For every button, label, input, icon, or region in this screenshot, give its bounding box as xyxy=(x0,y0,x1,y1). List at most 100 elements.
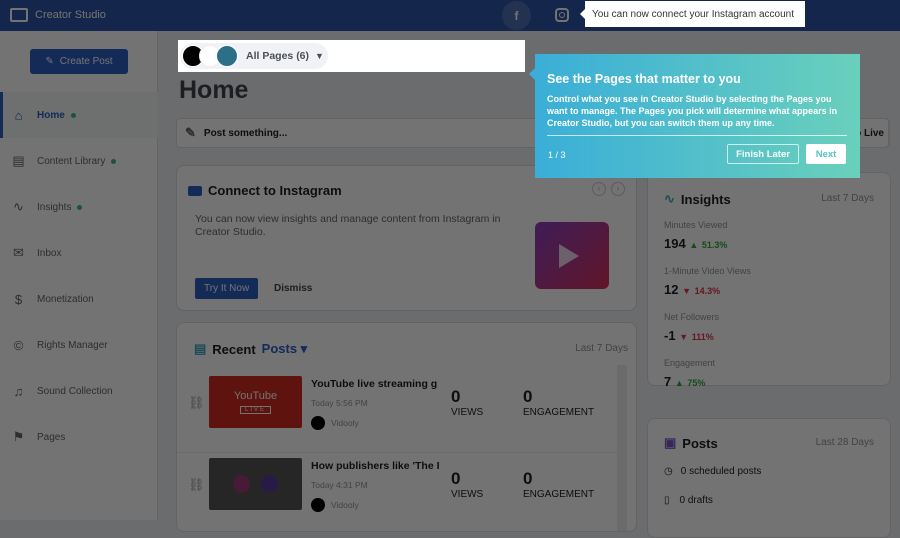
edit-icon: ✎ xyxy=(45,56,54,67)
insights-card: ∿ Insights Last 7 Days Minutes Viewed 194… xyxy=(647,172,891,389)
metric-change: 14.3% xyxy=(694,286,721,296)
views-stat: 0 VIEWS xyxy=(451,387,483,418)
page-name: Vidooly xyxy=(331,500,359,510)
chevron-down-icon: ▼ xyxy=(315,51,324,61)
engagement-label: ENGAGEMENT xyxy=(523,489,595,500)
post-time: Today 5:56 PM xyxy=(311,398,368,408)
insight-metric: Engagement 7 ▲ 75% xyxy=(664,358,715,389)
instagram-icon[interactable] xyxy=(555,8,569,22)
post-title[interactable]: How publishers like 'The I xyxy=(311,460,441,472)
try-it-now-button[interactable]: Try It Now xyxy=(195,278,259,299)
create-post-button[interactable]: ✎ Create Post xyxy=(30,49,128,74)
content-library-icon: ▤ xyxy=(12,153,25,168)
home-icon: ⌂ xyxy=(14,107,23,123)
sidebar-item-label: Content Library xyxy=(37,155,106,167)
drafts[interactable]: ▯ 0 drafts xyxy=(664,495,713,506)
arrow-down-icon: ▼ xyxy=(679,332,689,342)
rights-manager-icon: © xyxy=(13,337,24,353)
posts-range: Last 28 Days xyxy=(815,437,874,448)
recent-range: Last 7 Days xyxy=(575,343,628,354)
post-thumbnail[interactable] xyxy=(209,458,302,510)
sidebar-item-label: Inbox xyxy=(37,247,62,259)
post-time: Today 4:31 PM xyxy=(311,480,368,490)
sidebar-item-label: Monetization xyxy=(37,293,94,305)
insights-chart-icon: ∿ xyxy=(664,191,675,206)
views-label: VIEWS xyxy=(451,407,484,418)
sidebar-item-label: Rights Manager xyxy=(37,339,108,351)
drafts-label: 0 drafts xyxy=(679,495,713,506)
engagement-label: ENGAGEMENT xyxy=(523,407,595,418)
post-title[interactable]: YouTube live streaming g xyxy=(311,378,441,390)
next-button[interactable]: Next xyxy=(806,144,846,164)
document-icon: ▯ xyxy=(664,495,670,506)
video-icon xyxy=(188,185,202,196)
prev-arrow-icon[interactable]: ‹ xyxy=(592,182,606,196)
sidebar-item-pages[interactable]: ⚑ Pages xyxy=(0,414,158,460)
sidebar-item-home[interactable]: ⌂ Home xyxy=(0,92,158,138)
sidebar-item-rights-manager[interactable]: © Rights Manager xyxy=(0,322,158,368)
link-icon: ⛓ xyxy=(188,477,205,492)
page-selector-label: All Pages (6) xyxy=(246,50,310,62)
metric-label: 1-Minute Video Views xyxy=(664,266,751,276)
insights-title: Insights xyxy=(680,191,731,207)
page-selector-dropdown[interactable]: All Pages (6) ▼ xyxy=(180,43,328,69)
monetization-icon: $ xyxy=(14,291,23,307)
page-avatar xyxy=(216,45,238,67)
metric-label: Engagement xyxy=(664,358,716,368)
onboarding-tour-popover: See the Pages that matter to you Control… xyxy=(529,54,860,178)
page-avatar xyxy=(311,498,325,512)
posts-title: Posts xyxy=(682,435,718,451)
views-value: 0 xyxy=(451,469,461,488)
card-title: Connect to Instagram xyxy=(208,183,342,198)
thumb-badge: LIVE xyxy=(239,406,271,414)
connect-instagram-card: Connect to Instagram ‹ › You can now vie… xyxy=(176,165,637,311)
page-avatar xyxy=(311,416,325,430)
tour-title: See the Pages that matter to you xyxy=(547,72,741,86)
sidebar-item-label: Sound Collection xyxy=(37,385,113,397)
facebook-icon[interactable]: f xyxy=(502,1,531,30)
instagram-tooltip: You can now connect your Instagram accou… xyxy=(580,1,805,27)
notification-dot xyxy=(70,112,76,118)
post-thumbnail[interactable]: YouTube LIVE xyxy=(209,376,302,428)
next-arrow-icon[interactable]: › xyxy=(611,182,625,196)
sidebar-item-inbox[interactable]: ✉ Inbox xyxy=(0,230,158,276)
scheduled-label: 0 scheduled posts xyxy=(680,466,762,477)
create-post-label: Create Post xyxy=(59,56,113,67)
insights-icon: ∿ xyxy=(13,199,24,214)
views-label: VIEWS xyxy=(451,489,484,500)
sidebar-item-label: Insights xyxy=(37,201,72,213)
link-icon: ⛓ xyxy=(188,395,205,410)
metric-label: Minutes Viewed xyxy=(664,220,728,230)
sidebar-item-insights[interactable]: ∿ Insights xyxy=(0,184,158,230)
scrollbar[interactable] xyxy=(617,365,627,531)
metric-value: 7 xyxy=(664,374,672,389)
recent-filter-dropdown[interactable]: Posts ▾ xyxy=(262,341,308,357)
recent-post-row[interactable]: ⛓ How publishers like 'The I Today 4:31 … xyxy=(177,455,617,531)
metric-label: Net Followers xyxy=(664,312,720,322)
filter-label: Posts xyxy=(261,341,298,356)
sidebar-item-sound-collection[interactable]: ♫ Sound Collection xyxy=(0,368,158,414)
app-title: Creator Studio xyxy=(35,9,106,21)
posts-stack-icon: ▤ xyxy=(194,341,207,356)
views-value: 0 xyxy=(451,387,461,406)
divider xyxy=(547,135,847,136)
recent-post-row[interactable]: ⛓ YouTube LIVE YouTube live streaming g To… xyxy=(177,373,617,453)
metric-value: 12 xyxy=(664,282,679,297)
dismiss-button[interactable]: Dismiss xyxy=(274,283,312,294)
edit-icon: ✎ xyxy=(185,125,196,140)
pages-icon: ⚑ xyxy=(12,429,25,444)
metric-change: 51.3% xyxy=(701,240,728,250)
insight-metric: 1-Minute Video Views 12 ▼ 14.3% xyxy=(664,266,751,297)
arrow-up-icon: ▲ xyxy=(674,378,684,388)
instagram-video-illustration-icon xyxy=(535,222,609,289)
insight-metric: Net Followers -1 ▼ 111% xyxy=(664,312,719,343)
recent-posts-card: ▤ Recent Posts ▾ Last 7 Days ⛓ YouTube LIVE … xyxy=(176,322,637,532)
sidebar-item-label: Pages xyxy=(37,431,66,443)
sidebar-item-monetization[interactable]: $ Monetization xyxy=(0,276,158,322)
insight-metric: Minutes Viewed 194 ▲ 51.3% xyxy=(664,220,727,251)
sidebar-item-content-library[interactable]: ▤ Content Library xyxy=(0,138,158,184)
finish-later-button[interactable]: Finish Later xyxy=(727,144,799,164)
page-selector-highlight: All Pages (6) ▼ xyxy=(178,40,525,72)
scheduled-posts[interactable]: ◷ 0 scheduled posts xyxy=(664,466,761,477)
metric-change: 111% xyxy=(691,332,714,342)
